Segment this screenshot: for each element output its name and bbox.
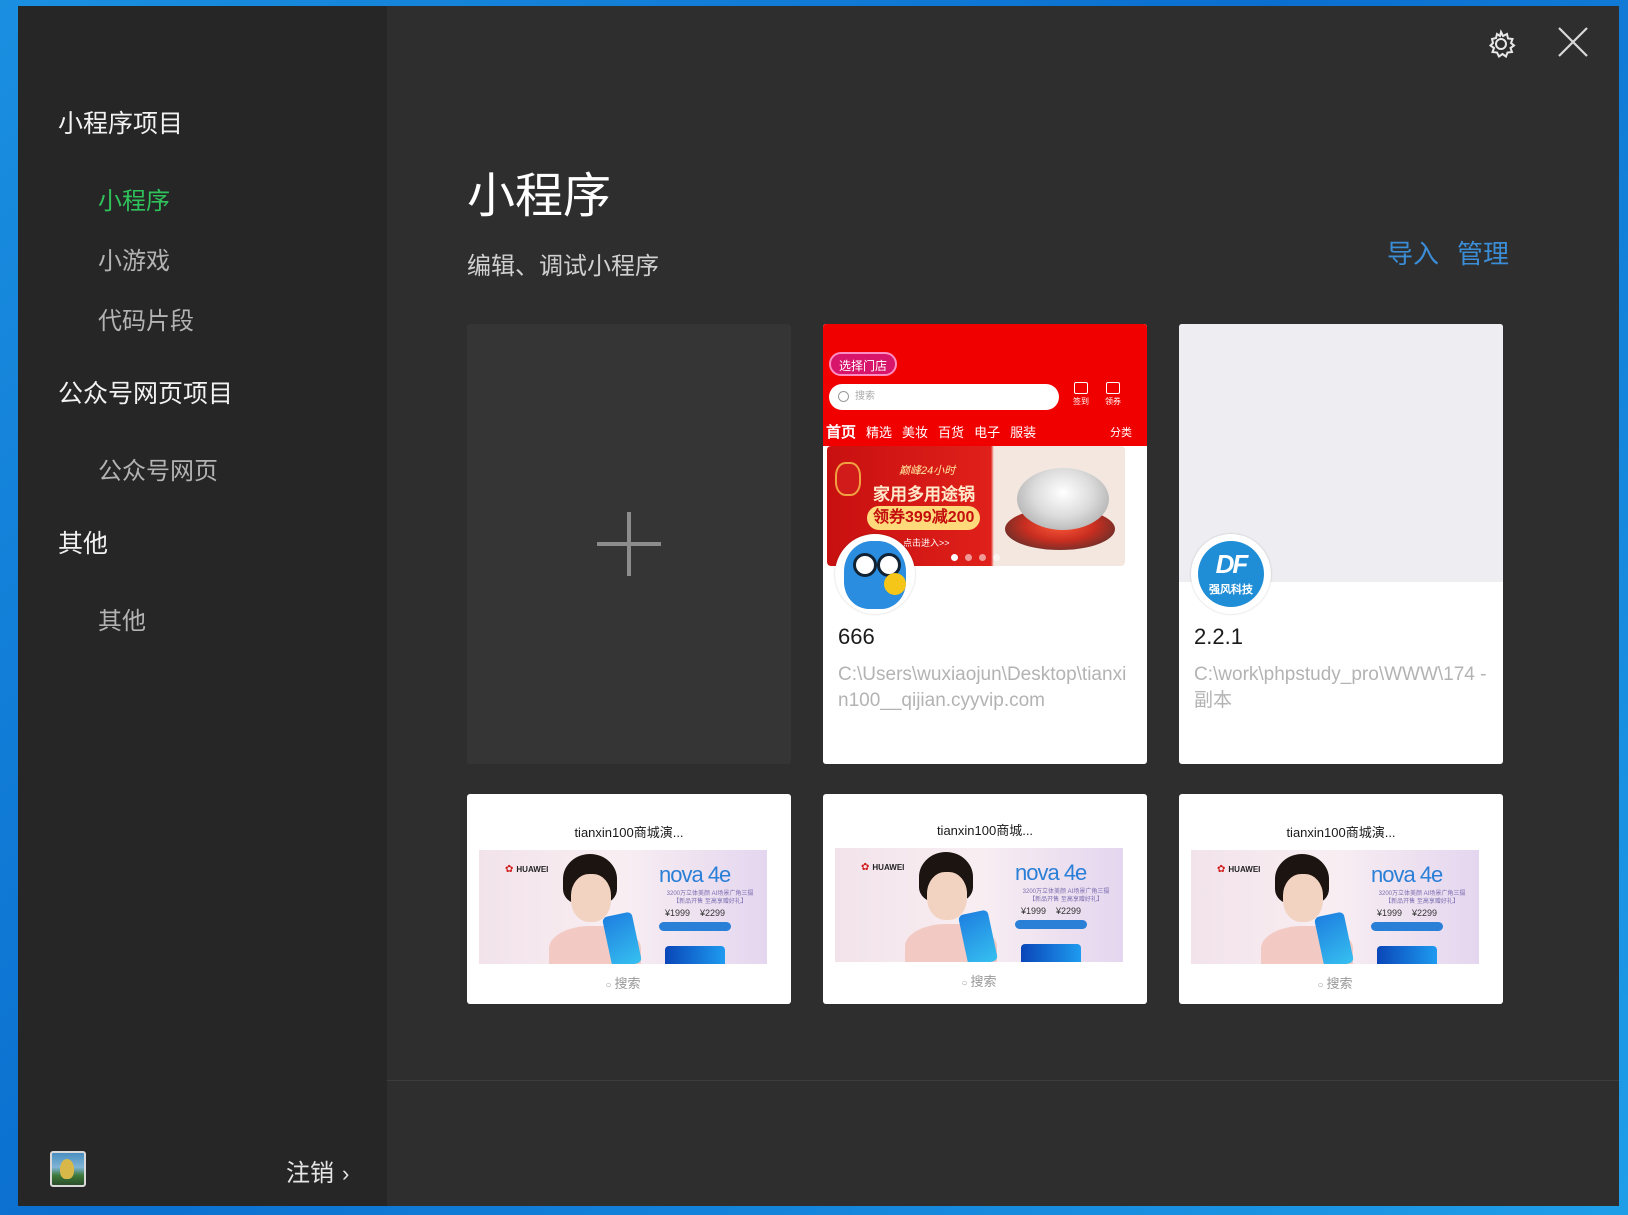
- project-card[interactable]: DF 强风科技 2.2.1 C:\work\phpstudy_pro\WWW\1…: [1179, 324, 1503, 764]
- project-path: C:\Users\wuxiaojun\Desktop\tianxin100__q…: [838, 664, 1127, 711]
- checkin-icon: 签到: [1069, 382, 1093, 412]
- sidebar: 小程序项目 小程序 小游戏 代码片段 公众号网页项目 公众号网页 其他 其他 注…: [18, 6, 387, 1206]
- page-title: 小程序: [467, 170, 612, 223]
- demo-project-card[interactable]: tianxin100商城演... HUAWEI nova 4e 3200万立体美…: [1179, 794, 1503, 1004]
- project-avatar: DF 强风科技: [1191, 534, 1271, 614]
- sidebar-item-official-account-web[interactable]: 公众号网页: [98, 451, 218, 486]
- thumbnail-tab: 美妆: [902, 425, 929, 440]
- header-actions: 导入 管理: [1369, 234, 1509, 271]
- main-panel: 小程序 编辑、调试小程序 导入 管理 选择门店 搜索 签到 领券 首页 精选 美妆 百货…: [387, 6, 1619, 1206]
- gear-icon[interactable]: [1485, 28, 1521, 64]
- nav-group-miniprogram-projects: 小程序项目: [58, 110, 184, 138]
- sidebar-item-other[interactable]: 其他: [98, 601, 146, 636]
- thumbnail-tab: 服装: [1010, 425, 1037, 440]
- thumbnail-tab: 精选: [866, 425, 893, 440]
- thumbnail-tab: 百货: [938, 425, 965, 440]
- thumbnail-search: 搜索: [829, 384, 1059, 410]
- bottom-divider: [387, 1080, 1619, 1081]
- chevron-right-icon: ›: [342, 1161, 350, 1186]
- thumbnail-tabs: 首页 精选 美妆 百货 电子 服装 分类: [823, 420, 1147, 446]
- nav-group-official-account-projects: 公众号网页项目: [58, 380, 234, 408]
- manage-button[interactable]: 管理: [1457, 239, 1509, 269]
- project-name: 666: [838, 624, 875, 649]
- demo-title: tianxin100商城...: [936, 823, 1034, 838]
- project-avatar: [835, 534, 915, 614]
- demo-search-bar: 搜索: [835, 968, 1123, 996]
- app-window: 小程序项目 小程序 小游戏 代码片段 公众号网页项目 公众号网页 其他 其他 注…: [18, 6, 1619, 1206]
- logout-label: 注销: [286, 1160, 334, 1187]
- page-subtitle: 编辑、调试小程序: [467, 253, 659, 280]
- logout-button[interactable]: 注销 ›: [286, 1153, 349, 1188]
- thumbnail-tab: 电子: [974, 425, 1001, 440]
- demo-project-card[interactable]: tianxin100商城演... HUAWEI nova 4e 3200万立体美…: [467, 794, 791, 1004]
- sidebar-item-code-snippet[interactable]: 代码片段: [98, 301, 194, 336]
- demo-search-bar: 搜索: [1191, 970, 1479, 998]
- sidebar-item-miniprogram[interactable]: 小程序: [98, 181, 170, 216]
- project-card[interactable]: 选择门店 搜索 签到 领券 首页 精选 美妆 百货 电子 服装 分类 巅峰24小时 家用多…: [823, 324, 1147, 764]
- store-select-pill: 选择门店: [829, 352, 898, 376]
- plus-icon: [597, 512, 661, 576]
- demo-title: tianxin100商城演...: [574, 825, 684, 840]
- demo-search-bar: 搜索: [479, 970, 767, 998]
- demo-banner-image: HUAWEI nova 4e 3200万立体美颜 AI场景广角三摄【新品开售 至…: [835, 848, 1123, 962]
- project-name: 2.2.1: [1194, 624, 1243, 649]
- avatar[interactable]: [50, 1151, 86, 1187]
- company-logo: DF 强风科技: [1198, 541, 1264, 607]
- carousel-dots: [951, 548, 1007, 566]
- import-button[interactable]: 导入: [1387, 239, 1439, 269]
- demo-banner-image: HUAWEI nova 4e 3200万立体美颜 AI场景广角三摄【新品开售 至…: [1191, 850, 1479, 964]
- close-icon[interactable]: [1555, 24, 1591, 60]
- demo-title: tianxin100商城演...: [1286, 825, 1396, 840]
- thumbnail-category: 分类: [1110, 427, 1132, 439]
- pot-lid-image: [1017, 468, 1109, 530]
- demo-project-card[interactable]: tianxin100商城... HUAWEI nova 4e 3200万立体美颜…: [823, 794, 1147, 1004]
- lantern-icon: [835, 462, 861, 496]
- demo-banner-image: HUAWEI nova 4e 3200万立体美颜 AI场景广角三摄【新品开售 至…: [479, 850, 767, 964]
- sidebar-footer: 注销 ›: [18, 1111, 387, 1206]
- nav-group-other: 其他: [58, 530, 109, 558]
- thumbnail-tab: 首页: [826, 424, 857, 441]
- project-path: C:\work\phpstudy_pro\WWW\174 - 副本: [1194, 664, 1487, 711]
- new-project-card[interactable]: [467, 324, 791, 764]
- sidebar-item-minigame[interactable]: 小游戏: [98, 241, 170, 276]
- coupon-icon: 领券: [1101, 382, 1125, 412]
